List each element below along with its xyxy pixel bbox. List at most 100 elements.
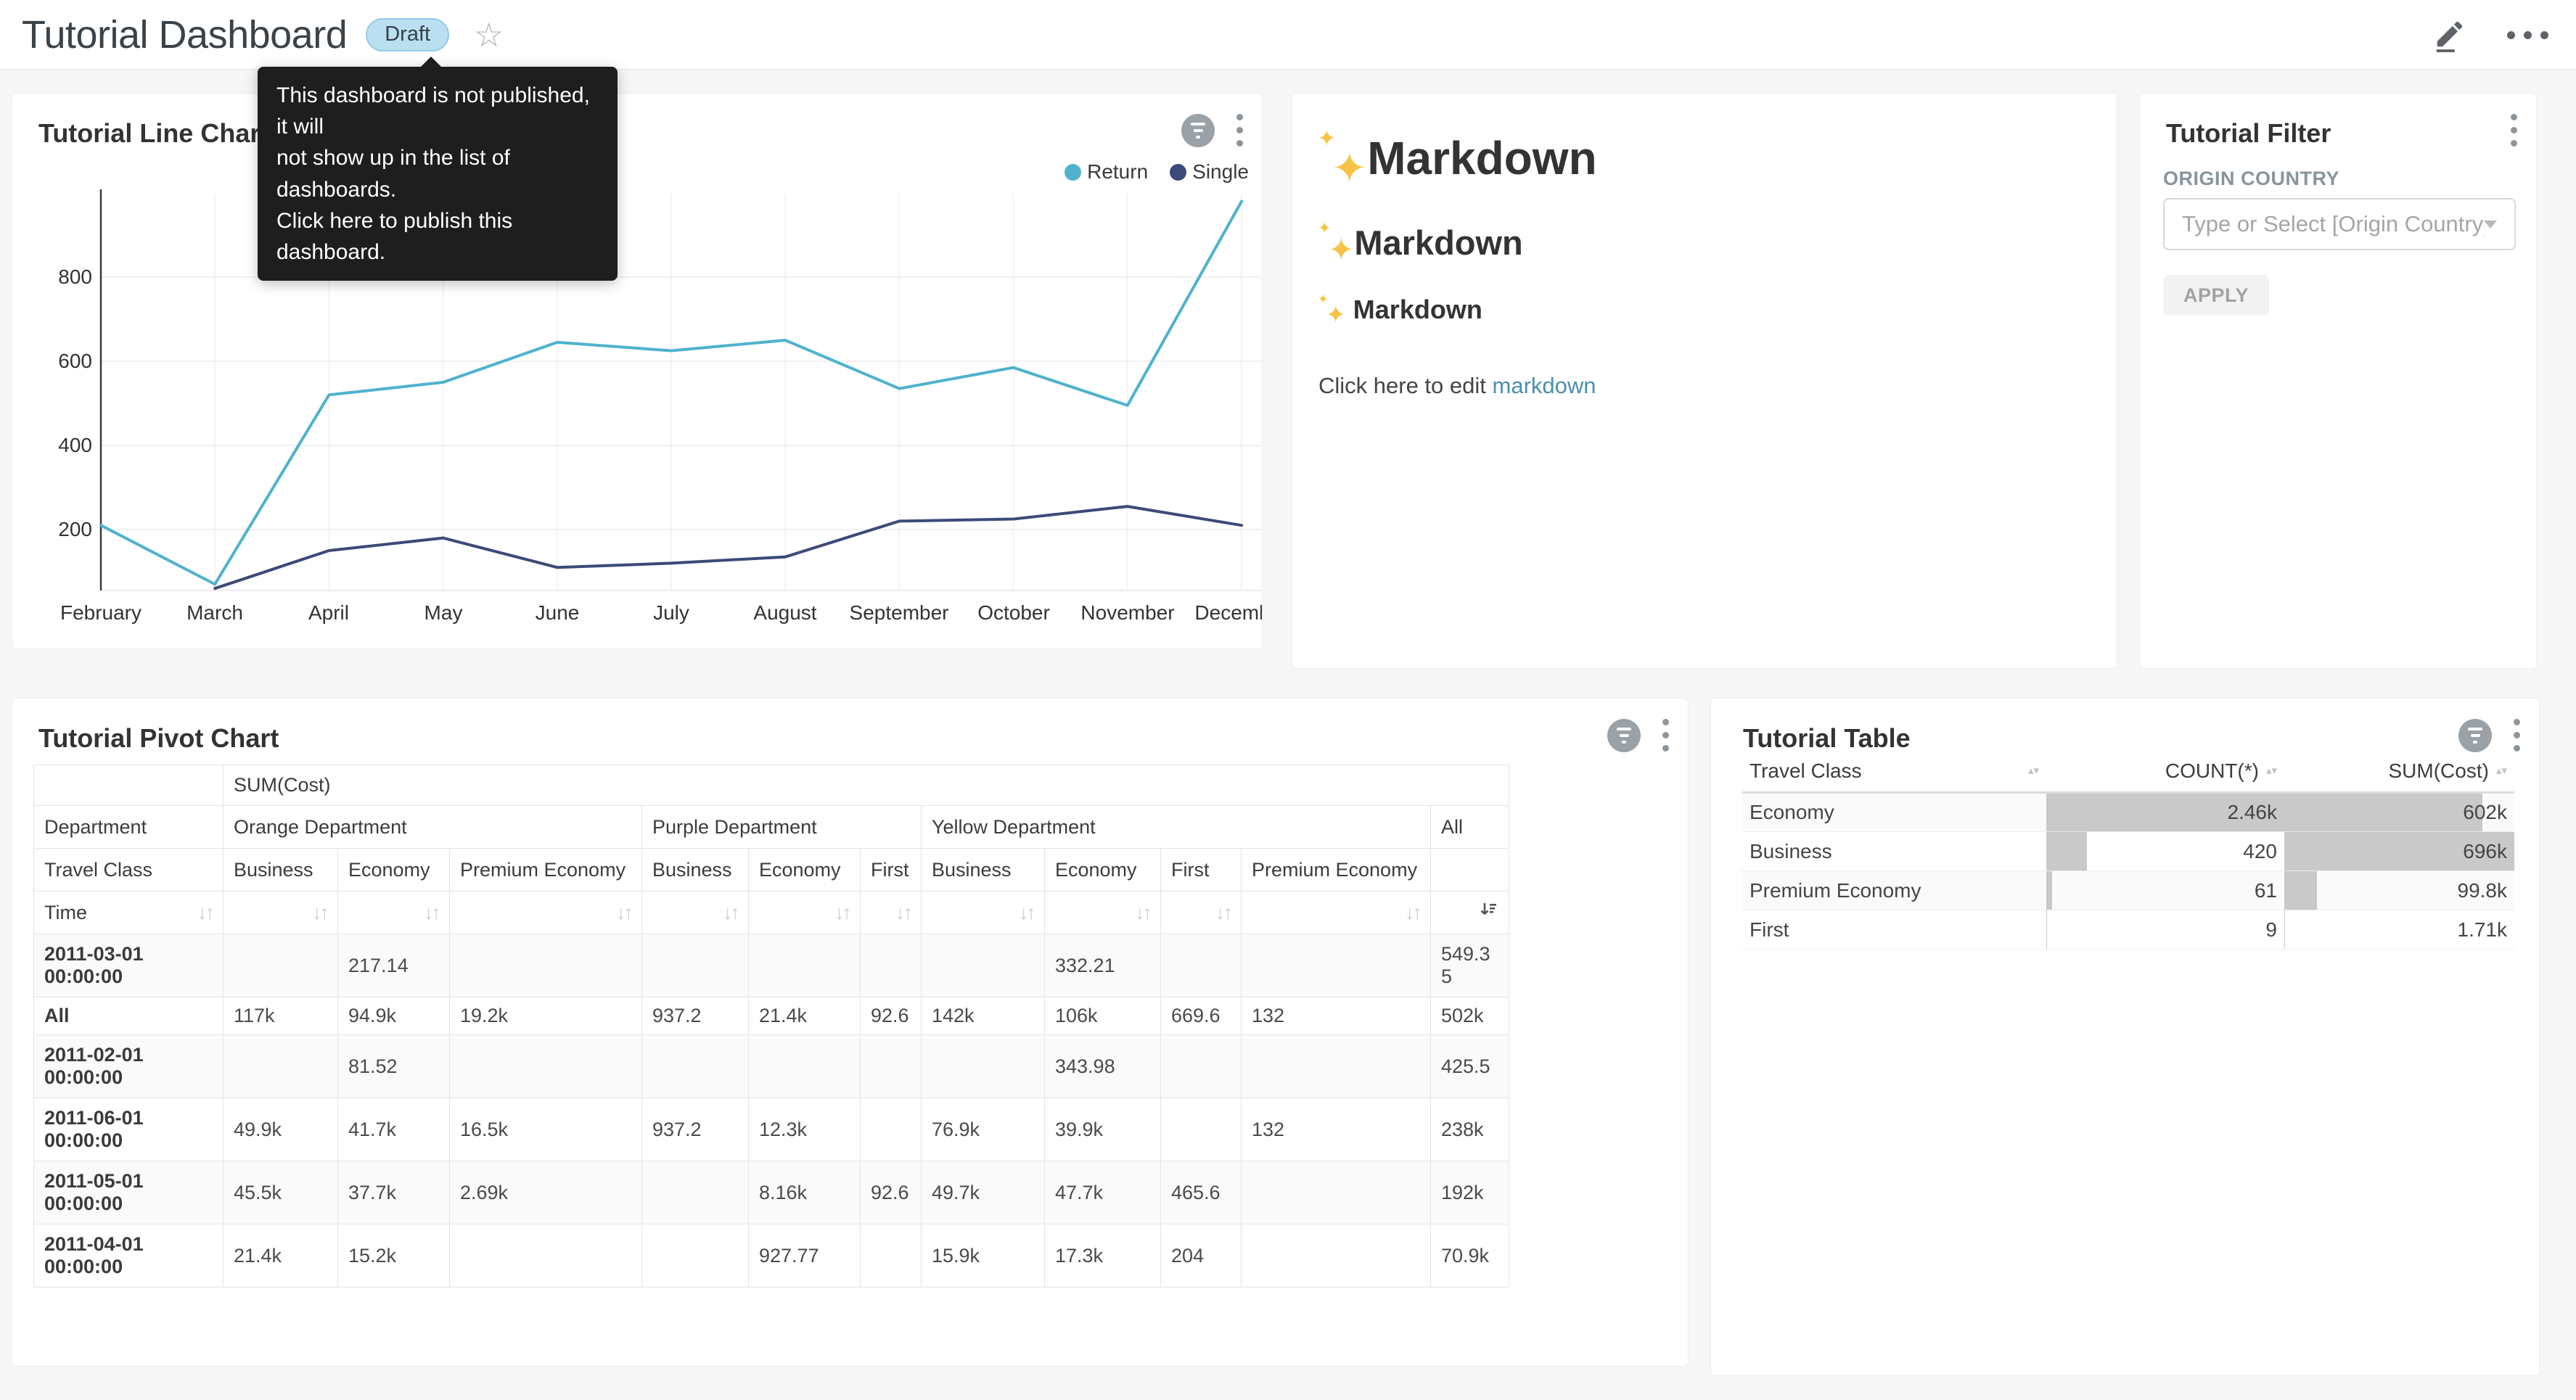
x-axis-tick: June: [499, 601, 615, 625]
pivot-data-row: 2011-04-01 00:00:00 21.4k 15.2k 927.77 1…: [34, 1224, 1509, 1288]
tooltip-arrow: [420, 57, 442, 67]
sort-icon[interactable]: ▴▾: [2266, 767, 2277, 774]
sort-icon[interactable]: ↓↑: [895, 902, 911, 923]
class-col: First: [1161, 849, 1242, 892]
pivot-cell: [642, 934, 749, 997]
x-axis-tick: July: [613, 601, 729, 625]
pivot-cell: [1242, 934, 1431, 997]
line-chart-card: Tutorial Line Chart Return Single 800 60…: [12, 93, 1263, 649]
pivot-class-row: Travel Class Business Economy Premium Ec…: [34, 849, 1509, 892]
count-bar: [2046, 871, 2052, 910]
table-header-row: Travel Class▴▾ COUNT(*)▴▾ SUM(Cost)▴▾: [1742, 751, 2514, 793]
draft-status-badge[interactable]: Draft: [366, 18, 449, 52]
x-axis-tick: March: [157, 601, 273, 625]
return-series-dot: [1065, 164, 1081, 181]
filter-menu-icon[interactable]: [2508, 111, 2520, 149]
sort-icon[interactable]: ↓↑: [1405, 902, 1420, 923]
select-placeholder: Type or Select [Origin Country]: [2182, 211, 2484, 237]
row-time: 2011-02-01 00:00:00: [34, 1035, 223, 1098]
x-axis-tick: September: [841, 601, 957, 625]
pivot-cell: 45.5k: [223, 1161, 338, 1224]
pivot-cell: [450, 1224, 642, 1288]
pivot-cell: [1161, 1098, 1242, 1161]
markdown-card: Markdown Markdown Markdown Click here to…: [1292, 93, 2117, 669]
chevron-down-icon: [2484, 221, 2497, 228]
pivot-cell: 217.14: [338, 934, 450, 997]
legend-item-single[interactable]: Single: [1170, 160, 1249, 184]
sort-icon[interactable]: ↓↑: [424, 902, 439, 923]
pivot-time-row: Time ↓↑ ↓↑ ↓↑ ↓↑ ↓↑ ↓↑ ↓↑ ↓↑ ↓↑ ↓↑ ↓↑: [34, 892, 1509, 934]
pivot-cell: [1242, 1161, 1431, 1224]
pivot-cell: [1161, 934, 1242, 997]
pivot-cell: 92.6: [861, 1161, 922, 1224]
origin-country-select[interactable]: Type or Select [Origin Country]: [2163, 198, 2516, 250]
pivot-cell: [861, 1098, 922, 1161]
pivot-cell: 21.4k: [749, 997, 861, 1035]
sort-icon[interactable]: ↓↑: [197, 902, 213, 924]
sort-icon[interactable]: ↓↑: [1215, 902, 1231, 923]
pivot-corner-cell: [34, 765, 223, 806]
favorite-star-icon[interactable]: ☆: [474, 18, 504, 52]
pivot-cell: 192k: [1431, 1161, 1509, 1224]
cell-sum: 696k: [2463, 840, 2507, 862]
time-label: Time: [44, 902, 87, 924]
single-series-dot: [1170, 164, 1186, 181]
pivot-cell: [642, 1035, 749, 1098]
sort-icon[interactable]: ↓↑: [834, 902, 850, 923]
col-travel-class: Travel Class: [1750, 759, 1862, 783]
class-col: Business: [223, 849, 338, 892]
sort-icon[interactable]: ↓↑: [312, 902, 327, 923]
chart-menu-icon[interactable]: [1660, 716, 1672, 754]
y-axis-tick: 200: [20, 518, 92, 541]
pivot-cell: 94.9k: [338, 997, 450, 1035]
pivot-cell: 70.9k: [1431, 1224, 1509, 1288]
pivot-cell: 937.2: [642, 997, 749, 1035]
pivot-cell: 502k: [1431, 997, 1509, 1035]
legend-item-return[interactable]: Return: [1065, 160, 1148, 184]
filter-badge-icon[interactable]: [1607, 719, 1641, 752]
cell-sum: 1.71k: [2458, 918, 2508, 941]
apply-button[interactable]: APPLY: [2163, 275, 2269, 316]
row-time: 2011-06-01 00:00:00: [34, 1098, 223, 1161]
row-time: 2011-04-01 00:00:00: [34, 1224, 223, 1288]
pivot-cell: 81.52: [338, 1035, 450, 1098]
pivot-cell: [1161, 1035, 1242, 1098]
table-row: Economy 2.46k 602k: [1742, 793, 2514, 832]
pivot-cell: 549.35: [1431, 934, 1509, 997]
markdown-h3: Markdown: [1318, 295, 2091, 325]
sort-icon[interactable]: ↓↑: [1019, 902, 1034, 923]
table-card: Tutorial Table Travel Class▴▾ COUNT(*)▴▾…: [1710, 698, 2540, 1376]
pivot-cell: 937.2: [642, 1098, 749, 1161]
pivot-data-row: 2011-06-01 00:00:00 49.9k 41.7k 16.5k 93…: [34, 1098, 1509, 1161]
pivot-cell: [922, 1035, 1045, 1098]
x-axis-tick: May: [385, 601, 501, 625]
sort-icon[interactable]: ▴▾: [2496, 767, 2507, 774]
chart-menu-icon[interactable]: [2511, 716, 2523, 754]
sort-icon[interactable]: ↓↑: [616, 902, 631, 923]
filter-badge-icon[interactable]: [2458, 719, 2492, 752]
pivot-cell: 39.9k: [1045, 1098, 1161, 1161]
tooltip-line: not show up in the list of dashboards.: [276, 142, 599, 205]
sort-icon[interactable]: ↓↑: [723, 902, 738, 923]
markdown-edit-link[interactable]: markdown: [1493, 373, 1596, 398]
pivot-metric-row: SUM(Cost): [34, 765, 1509, 806]
class-col: Business: [642, 849, 749, 892]
edit-pencil-icon[interactable]: [2433, 17, 2466, 52]
pivot-cell: 117k: [223, 997, 338, 1035]
sparkles-icon: [1318, 226, 1354, 260]
y-axis-tick: 400: [20, 434, 92, 457]
department-group: Yellow Department: [922, 806, 1431, 849]
row-time: 2011-03-01 00:00:00: [34, 934, 223, 997]
pivot-chart-card: Tutorial Pivot Chart SUM(Cost) Departmen…: [12, 698, 1689, 1367]
sort-icon[interactable]: ↓↑: [1135, 902, 1150, 923]
markdown-paragraph: Click here to edit markdown: [1318, 373, 2091, 399]
sort-descending-active-icon[interactable]: [1479, 900, 1498, 920]
pivot-cell: 76.9k: [922, 1098, 1045, 1161]
more-options-icon[interactable]: [2507, 31, 2548, 39]
pivot-chart-title: Tutorial Pivot Chart: [38, 723, 279, 754]
cell-count: 420: [2243, 840, 2277, 862]
pivot-table: SUM(Cost) Department Orange Department P…: [33, 765, 1509, 1288]
tooltip-line: Click here to publish this dashboard.: [276, 205, 599, 268]
sort-icon[interactable]: ▴▾: [2028, 767, 2039, 774]
x-axis-tick: February: [43, 601, 159, 625]
